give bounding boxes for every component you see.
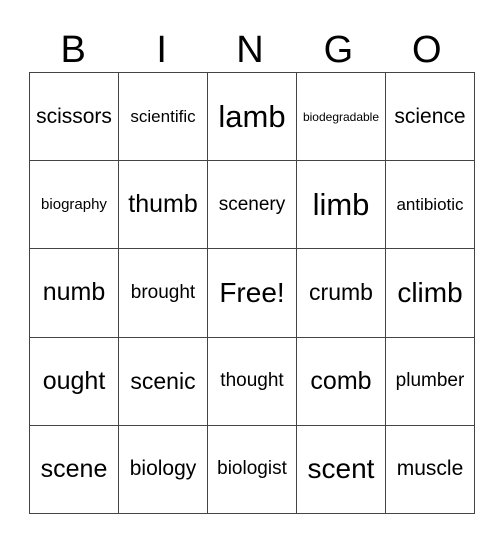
card-cell: brought bbox=[118, 248, 208, 338]
header-letter-g: G bbox=[323, 29, 354, 71]
card-cell: biologist bbox=[207, 424, 297, 515]
card-cell: ought bbox=[29, 336, 119, 426]
header-letter-o: O bbox=[412, 29, 442, 71]
card-row: ought scenic thought comb plumber bbox=[29, 336, 475, 426]
bingo-card: scissors scientific lamb biodegradable s… bbox=[29, 71, 475, 515]
card-row: biography thumb scenery limb antibiotic bbox=[29, 160, 475, 250]
card-cell: comb bbox=[296, 336, 386, 426]
header-letter-b: B bbox=[60, 29, 86, 71]
card-cell: thought bbox=[207, 336, 297, 426]
bingo-header: B I N G O bbox=[29, 28, 471, 72]
card-row: numb brought Free! crumb climb bbox=[29, 248, 475, 338]
card-cell: climb bbox=[385, 248, 475, 338]
card-cell: muscle bbox=[385, 424, 475, 515]
card-cell: biodegradable bbox=[296, 71, 386, 162]
card-cell: biography bbox=[29, 160, 119, 250]
card-row: scene biology biologist scent muscle bbox=[29, 424, 475, 515]
card-cell: antibiotic bbox=[385, 160, 475, 250]
header-letter-i: I bbox=[156, 29, 167, 71]
card-cell: lamb bbox=[207, 71, 297, 162]
card-row: scissors scientific lamb biodegradable s… bbox=[29, 71, 475, 162]
card-cell: limb bbox=[296, 160, 386, 250]
card-cell: scissors bbox=[29, 71, 119, 162]
card-cell: scene bbox=[29, 424, 119, 515]
card-cell: thumb bbox=[118, 160, 208, 250]
card-cell: scientific bbox=[118, 71, 208, 162]
card-cell: plumber bbox=[385, 336, 475, 426]
free-space: Free! bbox=[207, 248, 297, 338]
card-cell: biology bbox=[118, 424, 208, 515]
card-cell: scent bbox=[296, 424, 386, 515]
card-cell: scenery bbox=[207, 160, 297, 250]
header-letter-n: N bbox=[236, 29, 264, 71]
card-cell: crumb bbox=[296, 248, 386, 338]
card-cell: scenic bbox=[118, 336, 208, 426]
card-cell: science bbox=[385, 71, 475, 162]
card-cell: numb bbox=[29, 248, 119, 338]
